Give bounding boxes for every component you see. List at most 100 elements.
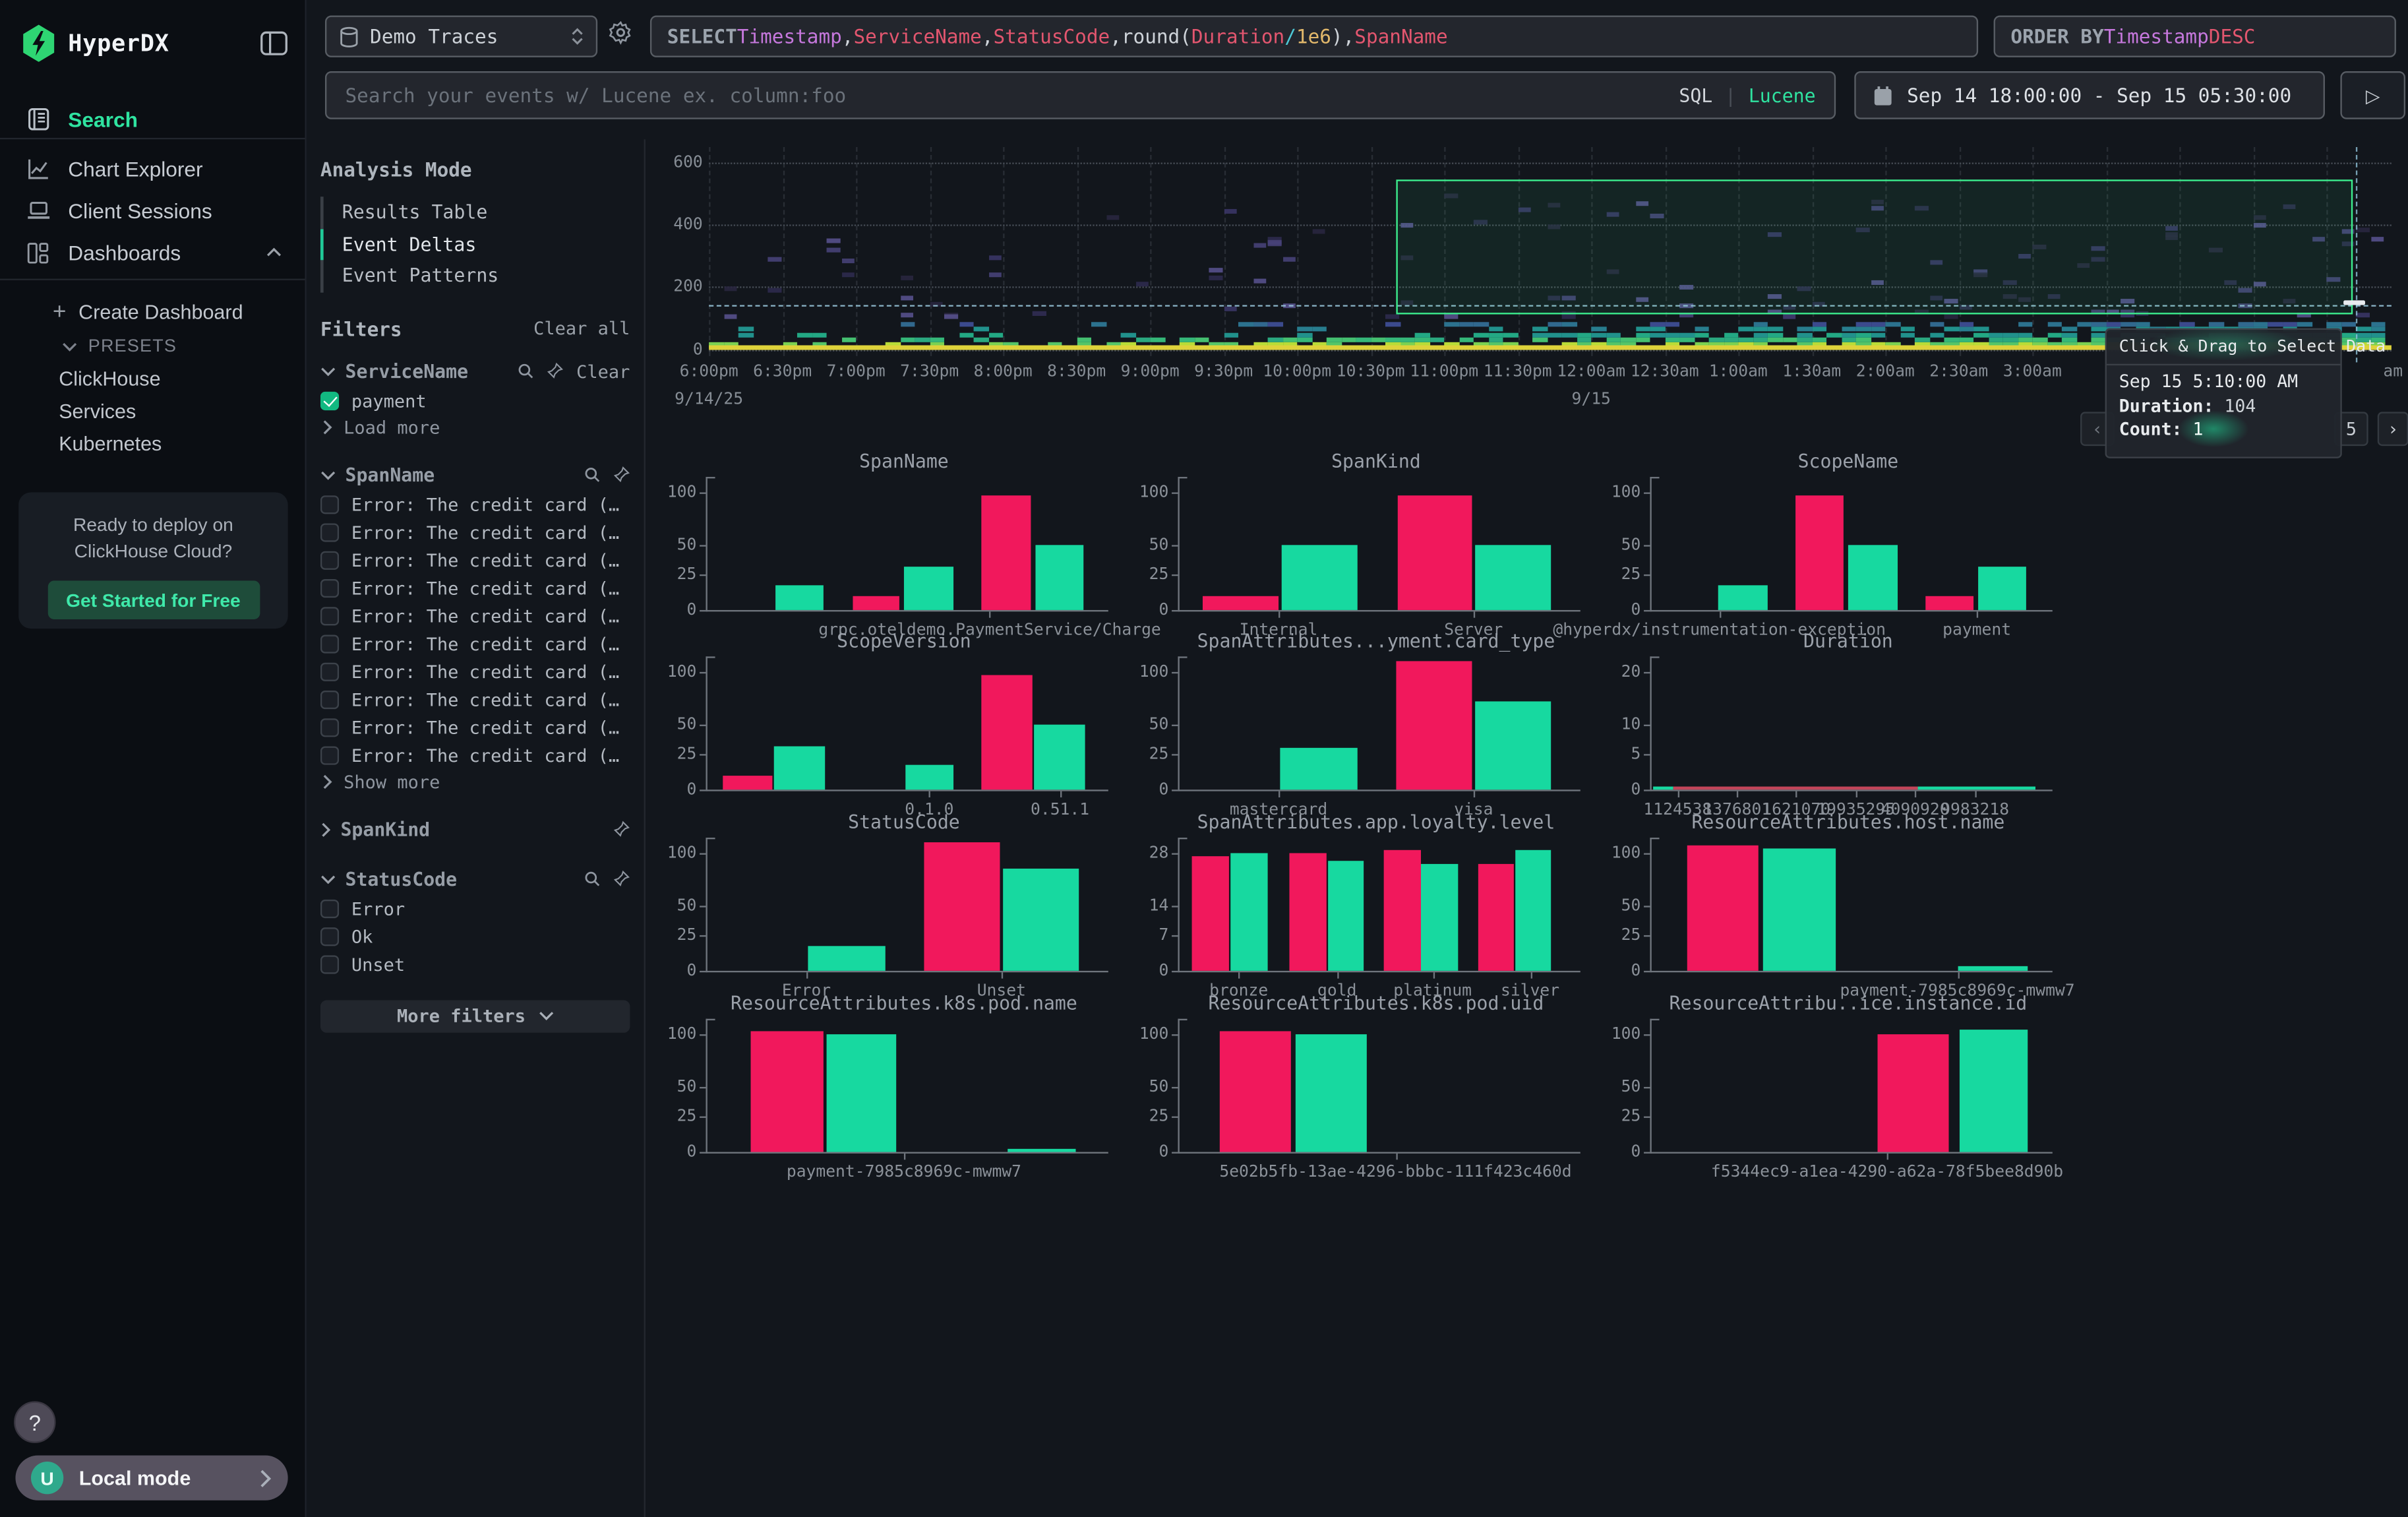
local-mode-button[interactable]: U Local mode (15, 1456, 287, 1501)
checkbox[interactable] (320, 690, 339, 708)
heat-cell (1180, 337, 1194, 342)
tooltip-title: Click & Drag to Select Data (2119, 338, 2328, 356)
bar-inlier (1475, 545, 1551, 610)
user-avatar: U (31, 1462, 63, 1494)
filter-option[interactable]: Error (320, 894, 630, 922)
search-icon[interactable] (584, 870, 601, 887)
filter-option[interactable]: Error: The credit card (… (320, 658, 630, 685)
x-axis (706, 610, 1108, 611)
x-axis-label: 3:00am (1986, 362, 2079, 381)
y-axis (706, 477, 707, 611)
bar-outlier (1397, 495, 1472, 610)
filter-group-header-spankind[interactable]: SpanKind (320, 814, 630, 845)
heat-cell (1724, 337, 1738, 342)
y-axis-cap (706, 838, 715, 839)
heat-cell (1885, 322, 1900, 327)
x-axis (1650, 971, 2052, 972)
checkbox[interactable] (320, 634, 339, 652)
search-icon[interactable] (584, 466, 601, 483)
filter-option[interactable]: Error: The credit card (… (320, 490, 630, 518)
bar-inlier (1718, 584, 1768, 610)
gridline (709, 162, 2392, 164)
y-axis-cap (1650, 656, 1659, 658)
filter-option[interactable]: Error: The credit card (… (320, 545, 630, 573)
heat-cell (1782, 337, 1797, 342)
bar-inlier (774, 746, 825, 789)
heat-cell (1782, 314, 1795, 319)
checkbox[interactable] (320, 745, 339, 764)
checkbox[interactable] (320, 899, 339, 917)
heat-cell (900, 296, 913, 301)
show-more-button[interactable]: Show more (320, 769, 630, 795)
heat-cell (1371, 337, 1385, 342)
divider (2107, 364, 2340, 365)
checkbox[interactable] (320, 578, 339, 597)
pin-icon[interactable] (613, 466, 630, 483)
heat-cell (1856, 327, 1871, 332)
chevron-right-icon (322, 774, 332, 789)
y-tick-label: 0 (1588, 1142, 1641, 1161)
bar-inlier (1296, 1034, 1366, 1152)
drag-selection-region (1396, 179, 2353, 314)
filter-group-name: SpanKind (340, 819, 430, 840)
pin-icon[interactable] (613, 870, 630, 887)
pagination-next-button[interactable]: › (2378, 412, 2408, 446)
bar-inlier (1003, 869, 1080, 971)
bar-outlier (1796, 495, 1844, 610)
checkbox[interactable] (320, 662, 339, 681)
filter-option[interactable]: Error: The credit card (… (320, 741, 630, 768)
heat-cell (1312, 327, 1327, 332)
filter-option[interactable]: Unset (320, 950, 630, 977)
chart-title: ResourceAttribu..ice.instance.id (1591, 993, 2105, 1014)
filter-option[interactable]: Ok (320, 922, 630, 950)
bar-outlier (982, 675, 1033, 790)
heat-cell (1871, 322, 1885, 327)
heat-cell (1738, 337, 1753, 342)
checkbox[interactable] (320, 954, 339, 973)
heat-cell (738, 327, 753, 332)
gridline (1150, 147, 1151, 356)
x-axis (706, 789, 1108, 791)
heat-cell (1650, 322, 1664, 327)
more-filters-button[interactable]: More filters (320, 999, 630, 1032)
checkbox[interactable] (320, 927, 339, 945)
x-tick (1720, 611, 1721, 617)
heat-cell (1679, 332, 1694, 338)
filter-group-header-statuscode[interactable]: StatusCode (320, 863, 630, 894)
heat-cell (2076, 322, 2091, 327)
filter-option[interactable]: Error: The credit card (… (320, 602, 630, 629)
heat-cell (1282, 257, 1296, 261)
footer-label: Show more (344, 771, 440, 793)
filter-option[interactable]: Error: The credit card (… (320, 629, 630, 657)
heat-cell (2047, 322, 2062, 327)
x-tick (904, 1154, 905, 1160)
bar-inlier (1035, 545, 1084, 610)
filter-group-spanname: SpanNameError: The credit card (…Error: … (320, 459, 630, 795)
bar-outlier (1478, 865, 1515, 971)
heat-cell (1709, 337, 1724, 342)
heat-cell (841, 272, 855, 277)
checkbox[interactable] (320, 606, 339, 625)
heat-cell (2062, 327, 2076, 332)
filter-option[interactable]: Error: The credit card (… (320, 713, 630, 741)
checkbox[interactable] (320, 551, 339, 569)
help-button[interactable]: ? (14, 1401, 55, 1442)
duration-heatmap-chart[interactable]: 60040020006:00pm6:30pm7:00pm7:30pm8:00pm… (0, 0, 2408, 464)
filter-option[interactable]: Error: The credit card (… (320, 685, 630, 713)
heat-cell (1841, 332, 1855, 338)
filter-option[interactable]: Error: The credit card (… (320, 518, 630, 545)
checkbox[interactable] (320, 718, 339, 736)
filter-option[interactable]: Error: The credit card (… (320, 574, 630, 602)
heat-cell (1444, 322, 1459, 327)
get-started-button[interactable]: Get Started for Free (47, 580, 260, 619)
y-tick (700, 493, 706, 494)
y-tick-label: 0 (1116, 780, 1169, 799)
heat-cell (2370, 237, 2384, 241)
y-axis-label: 600 (656, 153, 702, 171)
pin-icon[interactable] (613, 820, 630, 838)
x-tick (1279, 791, 1280, 797)
heat-cell (1797, 337, 1811, 342)
checkbox[interactable] (320, 495, 339, 513)
y-tick (700, 755, 706, 756)
checkbox[interactable] (320, 522, 339, 541)
